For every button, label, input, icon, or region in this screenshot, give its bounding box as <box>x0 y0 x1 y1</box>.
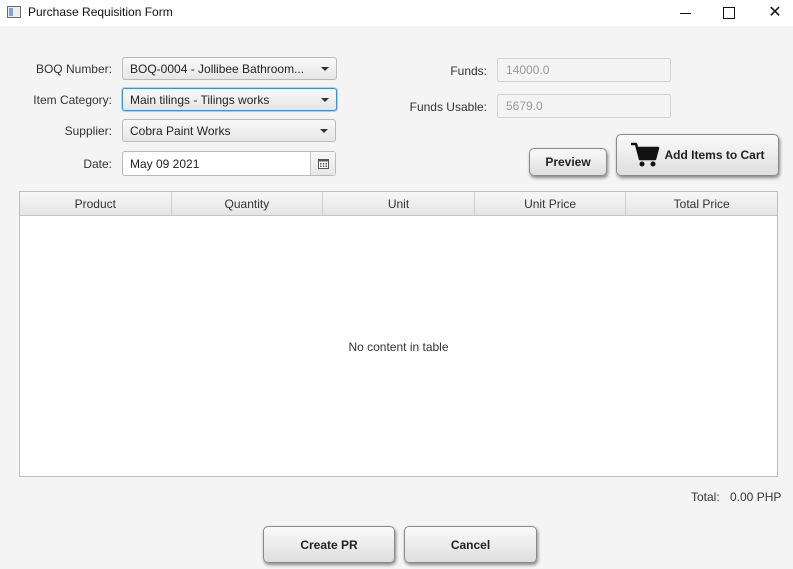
item-category-value: Main tilings - Tilings works <box>130 92 270 107</box>
maximize-button[interactable] <box>706 0 752 26</box>
supplier-combo[interactable]: Cobra Paint Works <box>122 119 336 142</box>
column-header-product[interactable]: Product <box>20 192 172 215</box>
funds-usable-label: Funds Usable: <box>409 100 487 114</box>
supplier-label: Supplier: <box>64 124 112 138</box>
minimize-icon <box>679 12 691 14</box>
column-header-total-price[interactable]: Total Price <box>626 192 777 215</box>
item-category-label: Item Category: <box>33 93 112 107</box>
chevron-down-icon <box>314 97 336 102</box>
chevron-down-icon <box>313 128 335 133</box>
app-window-icon <box>7 6 21 18</box>
maximize-icon <box>723 7 735 19</box>
funds-usable-field: 5679.0 <box>497 94 671 118</box>
date-label: Date: <box>83 157 112 171</box>
create-pr-label: Create PR <box>300 537 358 552</box>
preview-button-label: Preview <box>545 155 591 169</box>
shopping-cart-icon <box>631 142 660 167</box>
items-table[interactable]: Product Quantity Unit Unit Price Total P… <box>19 191 778 477</box>
close-icon: ✕ <box>768 4 782 21</box>
minimize-button[interactable] <box>662 0 708 26</box>
funds-label: Funds: <box>450 64 487 78</box>
funds-field: 14000.0 <box>497 58 671 82</box>
title-bar: Purchase Requisition Form ✕ <box>0 0 793 26</box>
total-value: 0.00 PHP <box>730 490 782 504</box>
column-header-quantity[interactable]: Quantity <box>172 192 324 215</box>
preview-button[interactable]: Preview <box>529 148 607 176</box>
column-header-unit[interactable]: Unit <box>323 192 475 215</box>
table-empty-placeholder: No content in table <box>348 340 449 354</box>
table-header: Product Quantity Unit Unit Price Total P… <box>20 192 777 216</box>
date-value: May 09 2021 <box>130 156 200 171</box>
boq-number-label: BOQ Number: <box>35 62 112 76</box>
add-items-to-cart-button[interactable]: Add Items to Cart <box>616 134 779 176</box>
calendar-icon <box>317 158 329 169</box>
supplier-value: Cobra Paint Works <box>130 123 231 138</box>
cancel-label: Cancel <box>450 537 491 552</box>
cancel-button[interactable]: Cancel <box>404 526 537 563</box>
add-items-to-cart-label: Add Items to Cart <box>664 148 765 162</box>
total-label: Total: <box>691 490 720 504</box>
item-category-combo[interactable]: Main tilings - Tilings works <box>122 88 337 111</box>
column-header-unit-price[interactable]: Unit Price <box>475 192 627 215</box>
window-title: Purchase Requisition Form <box>28 5 173 19</box>
boq-number-combo[interactable]: BOQ-0004 - Jollibee Bathroom... <box>122 57 337 80</box>
create-pr-button[interactable]: Create PR <box>263 526 395 563</box>
calendar-button[interactable] <box>310 152 335 175</box>
boq-number-value: BOQ-0004 - Jollibee Bathroom... <box>130 61 305 76</box>
close-button[interactable]: ✕ <box>752 0 793 26</box>
date-picker[interactable]: May 09 2021 <box>122 151 336 176</box>
chevron-down-icon <box>314 66 336 71</box>
